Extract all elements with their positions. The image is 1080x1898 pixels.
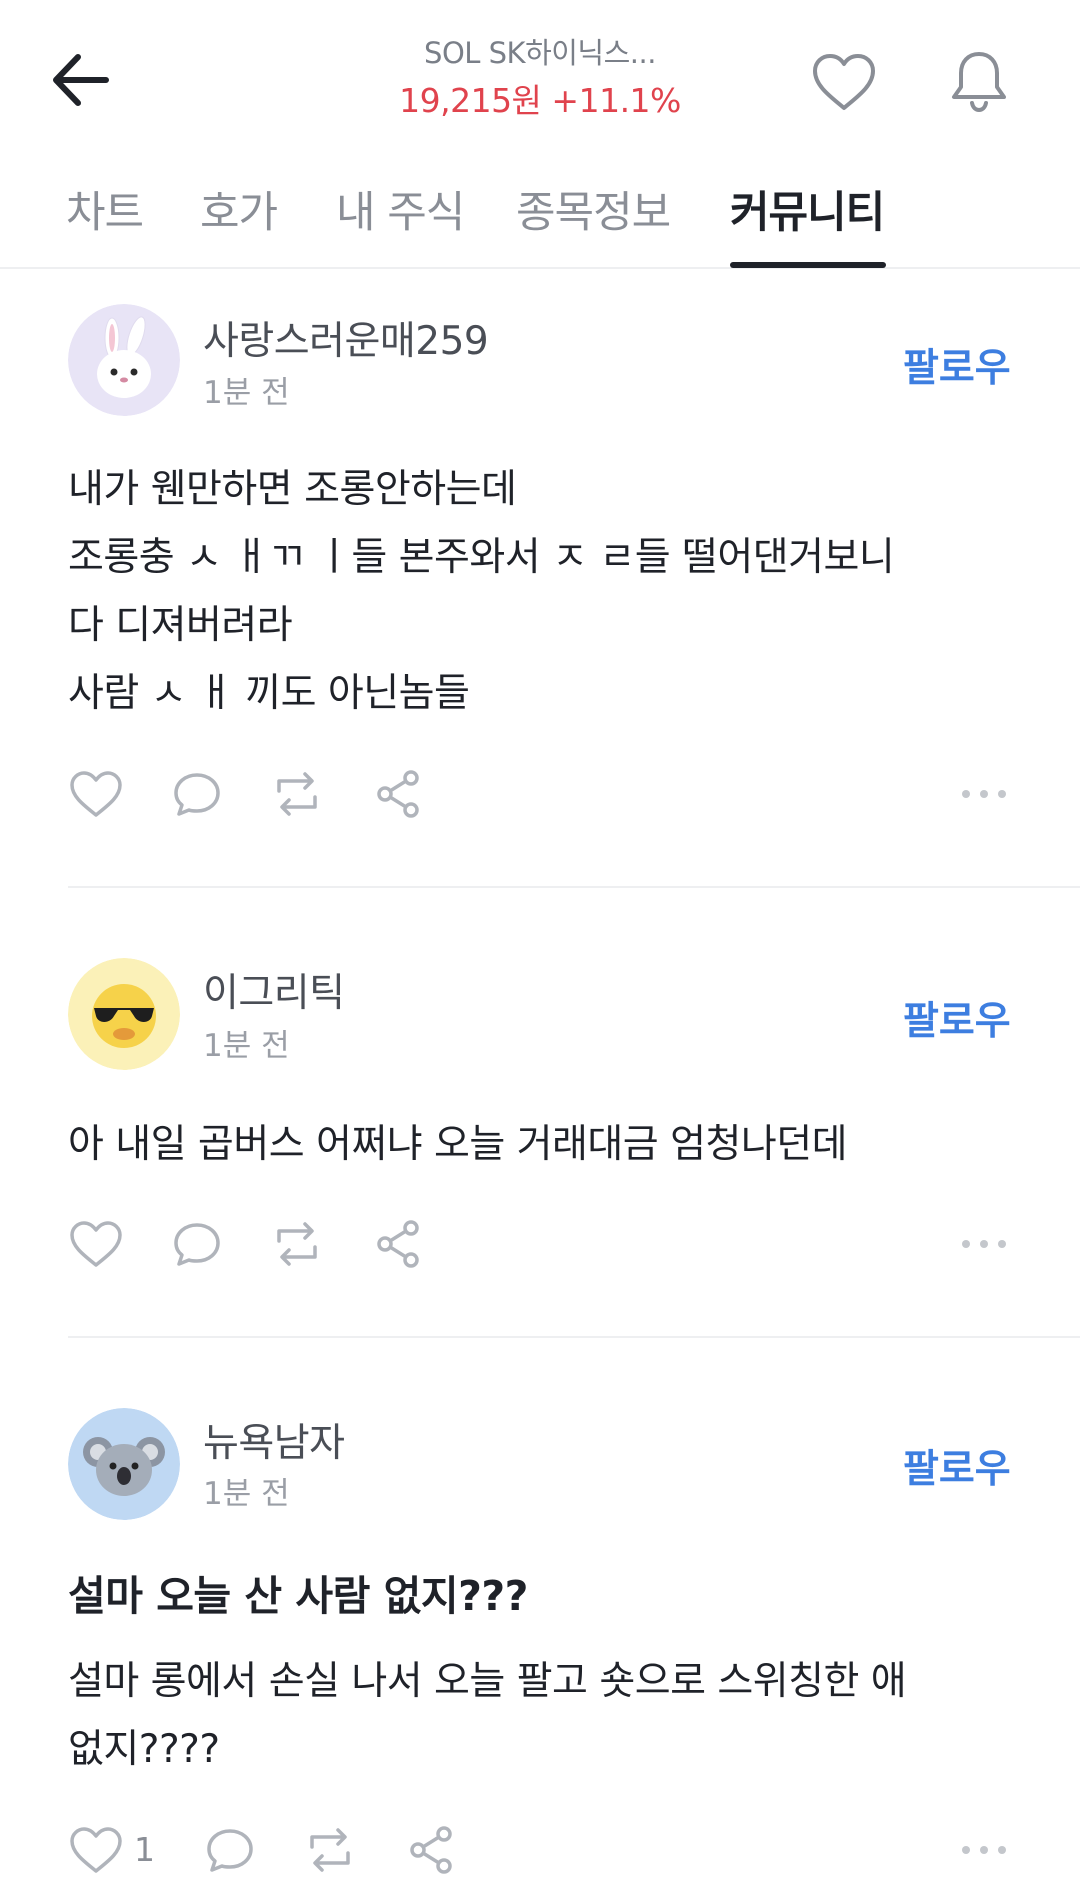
comment-icon <box>174 773 220 816</box>
avatar[interactable] <box>68 304 180 416</box>
repost-button[interactable] <box>298 1818 362 1882</box>
post-body-line: 사람 ㅅ ㅐ 끼도 아닌놈들 <box>68 671 470 716</box>
heart-icon <box>813 54 875 110</box>
follow-button[interactable]: 팔로우 <box>903 1438 1011 1494</box>
heart-icon <box>70 1221 122 1267</box>
post-body-line: 없지???? <box>68 1727 220 1772</box>
share-button[interactable] <box>367 762 431 826</box>
post-time: 1분 전 <box>203 1476 290 1512</box>
post-title: 설마 오늘 산 사람 없지??? <box>68 1572 528 1620</box>
avatar[interactable] <box>68 958 180 1070</box>
comment-button[interactable] <box>198 1818 262 1882</box>
share-icon <box>377 770 419 818</box>
sunglasses-emoji-avatar-icon <box>68 958 180 1070</box>
share-button[interactable] <box>400 1818 464 1882</box>
like-button[interactable] <box>64 1818 128 1882</box>
tab-stock-info[interactable]: 종목정보 <box>516 178 671 240</box>
koala-avatar-icon <box>68 1408 180 1520</box>
repost-icon <box>277 1222 317 1266</box>
comment-button[interactable] <box>165 762 229 826</box>
comment-icon <box>207 1829 253 1872</box>
post-body-line: 내가 웬만하면 조롱안하는데 <box>68 467 517 512</box>
bell-icon <box>952 52 1006 113</box>
more-options-button[interactable] <box>952 762 1016 826</box>
share-button[interactable] <box>367 1212 431 1276</box>
like-button[interactable] <box>64 1212 128 1276</box>
share-icon <box>377 1220 419 1268</box>
active-tab-indicator <box>730 262 886 268</box>
tab-orderbook[interactable]: 호가 <box>200 178 278 240</box>
post-body-line: 조롱충 ㅅ ㅐㄲ ㅣ들 본주와서 ㅈ ㄹ들 떨어댄거보니 <box>68 535 895 580</box>
repost-icon <box>310 1828 350 1872</box>
username[interactable]: 사랑스러운매259 <box>203 310 489 366</box>
post-time: 1분 전 <box>203 375 290 411</box>
more-options-button[interactable] <box>952 1212 1016 1276</box>
tab-community[interactable]: 커뮤니티 <box>730 178 885 240</box>
repost-button[interactable] <box>265 1212 329 1276</box>
comment-button[interactable] <box>165 1212 229 1276</box>
favorite-button[interactable] <box>800 38 888 126</box>
post-time: 1분 전 <box>203 1028 290 1064</box>
repost-icon <box>277 772 317 816</box>
rabbit-avatar-icon <box>68 304 180 416</box>
more-dots-icon <box>962 1240 1006 1248</box>
post-body-line: 다 디져버려라 <box>68 603 293 648</box>
tab-chart[interactable]: 차트 <box>66 178 144 240</box>
username[interactable]: 뉴욕남자 <box>203 1412 345 1468</box>
back-button[interactable] <box>40 40 120 120</box>
avatar[interactable] <box>68 1408 180 1520</box>
back-arrow-icon <box>53 54 109 106</box>
stock-price: 19,215원 <box>399 81 542 120</box>
stock-price-line: 19,215원 +11.1% <box>340 74 740 122</box>
post-divider <box>68 886 1080 888</box>
post-body-line: 아 내일 곱버스 어쩌냐 오늘 거래대금 엄청나던데 <box>68 1122 847 1167</box>
more-options-button[interactable] <box>952 1818 1016 1882</box>
stock-change: +11.1% <box>551 81 681 120</box>
post-divider <box>68 1336 1080 1338</box>
heart-icon <box>70 1827 122 1873</box>
tabs-divider <box>0 267 1080 269</box>
more-dots-icon <box>962 1846 1006 1854</box>
notification-button[interactable] <box>935 38 1023 126</box>
repost-button[interactable] <box>265 762 329 826</box>
share-icon <box>410 1826 452 1874</box>
like-button[interactable] <box>64 762 128 826</box>
username[interactable]: 이그리틱 <box>203 962 345 1018</box>
comment-icon <box>174 1223 220 1266</box>
more-dots-icon <box>962 790 1006 798</box>
tab-my-stock[interactable]: 내 주식 <box>336 178 465 240</box>
stock-name: SOL SK하이닉스... <box>424 36 656 70</box>
post-body-line: 설마 롱에서 손실 나서 오늘 팔고 숏으로 스위칭한 애 <box>68 1659 907 1704</box>
heart-icon <box>70 771 122 817</box>
follow-button[interactable]: 팔로우 <box>903 337 1011 393</box>
like-count: 1 <box>134 1830 155 1869</box>
follow-button[interactable]: 팔로우 <box>903 990 1011 1046</box>
